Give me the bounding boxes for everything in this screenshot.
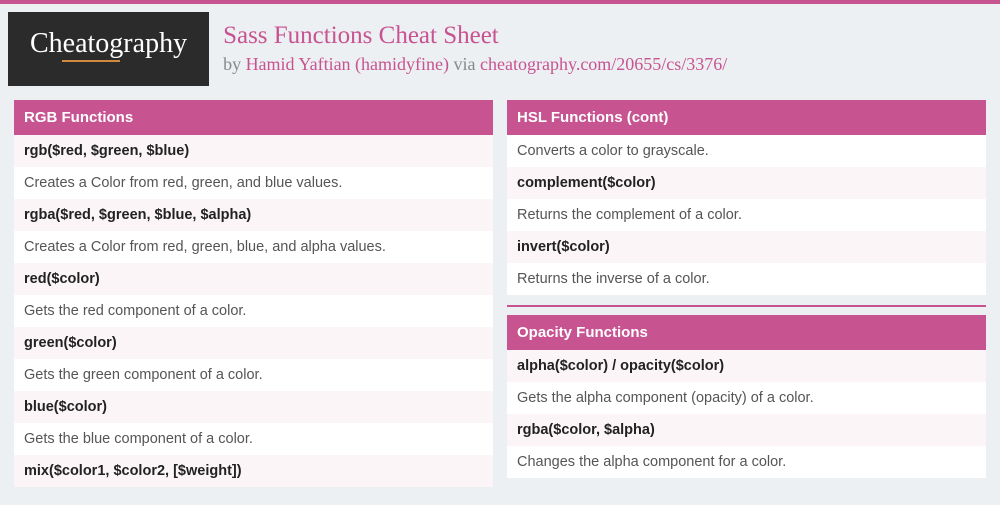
function-description: Gets the blue component of a color. xyxy=(14,423,493,455)
function-description: Gets the green component of a color. xyxy=(14,359,493,391)
function-signature: blue($color) xyxy=(14,391,493,423)
function-signature: rgb($red, $green, $blue) xyxy=(14,135,493,167)
function-description: Creates a Color from red, green, and blu… xyxy=(14,167,493,199)
function-description: Returns the inverse of a color. xyxy=(507,263,986,295)
section-header: RGB Functions xyxy=(14,100,493,135)
section: Opacity Functionsalpha($color) / opacity… xyxy=(507,315,986,478)
function-description: Gets the alpha component (opacity) of a … xyxy=(507,382,986,414)
function-signature: invert($color) xyxy=(507,231,986,263)
columns: RGB Functionsrgb($red, $green, $blue)Cre… xyxy=(8,100,992,497)
author-link[interactable]: Hamid Yaftian (hamidyfine) xyxy=(246,54,449,74)
brand-logo[interactable]: Cheatography xyxy=(8,12,209,86)
function-description: Creates a Color from red, green, blue, a… xyxy=(14,231,493,263)
byline-prefix: by xyxy=(223,54,246,74)
function-description: Gets the red component of a color. xyxy=(14,295,493,327)
function-description: Converts a color to grayscale. xyxy=(507,135,986,167)
header: Cheatography Sass Functions Cheat Sheet … xyxy=(8,4,992,100)
section-header: Opacity Functions xyxy=(507,315,986,350)
source-link[interactable]: cheatography.com/20655/cs/3376/ xyxy=(480,54,727,74)
page-title: Sass Functions Cheat Sheet xyxy=(223,22,727,50)
section: RGB Functionsrgb($red, $green, $blue)Cre… xyxy=(14,100,493,487)
title-block: Sass Functions Cheat Sheet by Hamid Yaft… xyxy=(223,12,727,75)
section-divider xyxy=(507,305,986,307)
section-header: HSL Functions (cont) xyxy=(507,100,986,135)
column-right: HSL Functions (cont)Converts a color to … xyxy=(507,100,986,497)
column-left: RGB Functionsrgb($red, $green, $blue)Cre… xyxy=(14,100,493,497)
byline-via: via xyxy=(449,54,480,74)
page: Cheatography Sass Functions Cheat Sheet … xyxy=(0,4,1000,505)
function-signature: complement($color) xyxy=(507,167,986,199)
function-signature: green($color) xyxy=(14,327,493,359)
function-signature: mix($color1, $color2, [$weight]) xyxy=(14,455,493,487)
function-signature: alpha($color) / opacity($color) xyxy=(507,350,986,382)
section: HSL Functions (cont)Converts a color to … xyxy=(507,100,986,295)
function-signature: rgba($red, $green, $blue, $alpha) xyxy=(14,199,493,231)
brand-text: Cheatography xyxy=(30,30,187,58)
function-signature: rgba($color, $alpha) xyxy=(507,414,986,446)
brand-underline xyxy=(62,60,120,62)
function-description: Changes the alpha component for a color. xyxy=(507,446,986,478)
function-description: Returns the complement of a color. xyxy=(507,199,986,231)
function-signature: red($color) xyxy=(14,263,493,295)
byline: by Hamid Yaftian (hamidyfine) via cheato… xyxy=(223,54,727,75)
